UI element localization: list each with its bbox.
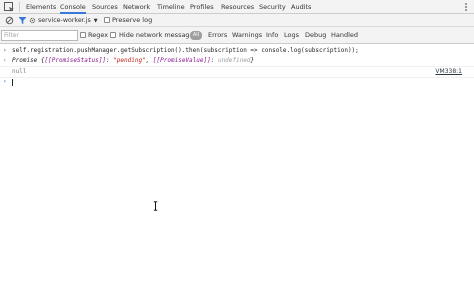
regex-label: Regex [88,31,109,39]
tab-profiles[interactable]: Profiles [190,0,214,14]
devtools-tabbar: Elements Console Sources Network Timelin… [0,0,474,14]
tab-resources[interactable]: Resources [221,0,254,14]
row-divider [0,66,474,67]
log-source-link[interactable]: VM338:1 [435,68,462,75]
result-text: Promise {[[PromiseStatus]]: "pending", [… [12,57,255,64]
tab-audits[interactable]: Audits [291,0,311,14]
console-toolbar: service-worker.js ▼ Preserve log [0,14,474,27]
result-arrow-icon: ‹ [3,57,7,64]
hide-network-checkbox[interactable] [110,32,116,38]
regex-checkbox[interactable] [80,32,86,38]
level-handled-button[interactable]: Handled [331,27,358,44]
text-cursor-icon [153,201,158,211]
console-filterbar: Regex Hide network messages All Errors W… [0,27,474,44]
level-info-button[interactable]: Info [266,27,278,44]
tab-separator [19,2,20,12]
console-prompt-row[interactable]: › [0,78,474,88]
level-errors-button[interactable]: Errors [208,27,227,44]
tab-security[interactable]: Security [259,0,286,14]
preserve-log-checkbox[interactable] [104,17,110,23]
hide-network-label: Hide network messages [119,31,197,39]
context-selector[interactable]: service-worker.js ▼ [29,14,98,27]
level-all-button[interactable]: All [190,31,202,40]
context-label: service-worker.js [38,17,91,24]
tab-elements[interactable]: Elements [26,0,56,14]
prompt-chevron-icon: › [3,78,7,85]
level-warnings-button[interactable]: Warnings [232,27,262,44]
preserve-log-label: Preserve log [112,16,153,24]
filter-input[interactable] [1,30,78,41]
log-value: null [12,68,27,75]
console-messages[interactable]: › self.registration.pushManager.getSubsc… [0,44,474,304]
command-text: self.registration.pushManager.getSubscri… [12,47,359,54]
tab-sources[interactable]: Sources [92,0,118,14]
command-chevron-icon: › [3,47,7,54]
tab-console[interactable]: Console [60,0,86,14]
text-caret [12,79,13,86]
tab-network[interactable]: Network [123,0,150,14]
tab-timeline[interactable]: Timeline [157,0,185,14]
more-options-icon[interactable] [462,1,470,13]
inspect-element-icon[interactable] [3,1,15,13]
level-debug-button[interactable]: Debug [305,27,326,44]
clear-console-icon[interactable] [4,15,15,26]
chevron-down-icon: ▼ [93,17,98,24]
filter-icon[interactable] [17,15,28,26]
level-logs-button[interactable]: Logs [284,27,299,44]
gear-icon [29,17,36,24]
